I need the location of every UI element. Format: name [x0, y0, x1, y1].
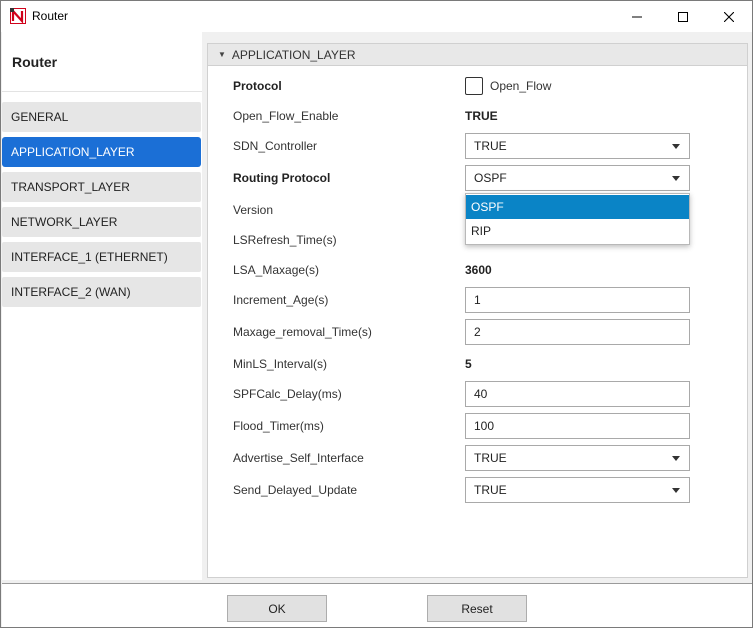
- sidebar-item-general[interactable]: GENERAL: [2, 102, 201, 132]
- ok-button[interactable]: OK: [227, 595, 327, 622]
- send-delayed-update-select[interactable]: TRUE: [465, 477, 690, 503]
- dropdown-option-ospf[interactable]: OSPF: [466, 195, 689, 219]
- maximize-button[interactable]: [660, 1, 706, 32]
- close-icon: [724, 11, 734, 22]
- maxage-removal-time-label: Maxage_removal_Time(s): [233, 325, 372, 339]
- maxage-removal-time-value: 2: [474, 325, 481, 339]
- sdn-controller-value: TRUE: [474, 139, 507, 153]
- open-flow-checkbox-label: Open_Flow: [490, 79, 552, 93]
- sidebar-item-interface-1[interactable]: INTERFACE_1 (ETHERNET): [2, 242, 201, 272]
- open-flow-checkbox[interactable]: [465, 77, 483, 95]
- send-delayed-update-value: TRUE: [474, 483, 507, 497]
- advertise-self-interface-select[interactable]: TRUE: [465, 445, 690, 471]
- sidebar: Router GENERAL APPLICATION_LAYER TRANSPO…: [2, 32, 202, 580]
- property-panel: ▼ APPLICATION_LAYER Protocol Open_Flow O…: [207, 43, 748, 578]
- advertise-self-interface-label: Advertise_Self_Interface: [233, 451, 364, 465]
- sidebar-item-interface-2[interactable]: INTERFACE_2 (WAN): [2, 277, 201, 307]
- routing-protocol-select[interactable]: OSPF: [465, 165, 690, 191]
- sidebar-item-network-layer[interactable]: NETWORK_LAYER: [2, 207, 201, 237]
- advertise-self-interface-value: TRUE: [474, 451, 507, 465]
- minls-interval-value: 5: [465, 357, 472, 371]
- routing-protocol-value: OSPF: [474, 171, 507, 185]
- dropdown-option-rip[interactable]: RIP: [466, 219, 689, 243]
- spfcalc-delay-label: SPFCalc_Delay(ms): [233, 387, 342, 401]
- chevron-down-icon: [672, 176, 680, 181]
- chevron-down-icon: [672, 456, 680, 461]
- increment-age-label: Increment_Age(s): [233, 293, 329, 307]
- lsa-maxage-value: 3600: [465, 263, 492, 277]
- sidebar-item-label: INTERFACE_1 (ETHERNET): [11, 250, 168, 264]
- chevron-down-icon: [672, 144, 680, 149]
- flood-timer-label: Flood_Timer(ms): [233, 419, 324, 433]
- open-flow-enable-label: Open_Flow_Enable: [233, 109, 339, 123]
- sidebar-item-label: TRANSPORT_LAYER: [11, 180, 130, 194]
- section-header[interactable]: ▼ APPLICATION_LAYER: [208, 44, 747, 66]
- maxage-removal-time-input[interactable]: 2: [465, 319, 690, 345]
- collapse-triangle-icon: ▼: [218, 50, 226, 59]
- send-delayed-update-label: Send_Delayed_Update: [233, 483, 358, 497]
- sidebar-item-label: NETWORK_LAYER: [11, 215, 118, 229]
- window-title: Router: [32, 9, 69, 23]
- reset-button[interactable]: Reset: [427, 595, 527, 622]
- minimize-button[interactable]: [614, 1, 660, 32]
- increment-age-input[interactable]: 1: [465, 287, 690, 313]
- router-dialog: Router Router GENERAL APPLICATION_LAYER …: [0, 0, 753, 628]
- spfcalc-delay-input[interactable]: 40: [465, 381, 690, 407]
- app-logo-icon: [10, 8, 26, 24]
- spfcalc-delay-value: 40: [474, 387, 488, 401]
- sidebar-item-application-layer[interactable]: APPLICATION_LAYER: [2, 137, 201, 167]
- version-label: Version: [233, 203, 274, 217]
- increment-age-value: 1: [474, 293, 481, 307]
- minimize-icon: [632, 16, 642, 17]
- flood-timer-value: 100: [474, 419, 495, 433]
- routing-protocol-label: Routing Protocol: [233, 171, 331, 185]
- button-bar: OK Reset: [2, 583, 752, 627]
- sdn-controller-select[interactable]: TRUE: [465, 133, 690, 159]
- title-bar: Router: [1, 1, 752, 32]
- sdn-controller-label: SDN_Controller: [233, 139, 318, 153]
- sidebar-item-label: INTERFACE_2 (WAN): [11, 285, 131, 299]
- open-flow-enable-value: TRUE: [465, 109, 498, 123]
- protocol-label: Protocol: [233, 79, 282, 93]
- sidebar-item-label: APPLICATION_LAYER: [11, 145, 135, 159]
- maximize-icon: [678, 11, 688, 22]
- flood-timer-input[interactable]: 100: [465, 413, 690, 439]
- sidebar-header: Router: [2, 32, 202, 92]
- lsrefresh-time-label: LSRefresh_Time(s): [233, 233, 337, 247]
- sidebar-item-transport-layer[interactable]: TRANSPORT_LAYER: [2, 172, 201, 202]
- sidebar-title: Router: [12, 54, 58, 70]
- routing-protocol-dropdown-list: OSPF RIP: [465, 193, 690, 245]
- chevron-down-icon: [672, 488, 680, 493]
- minls-interval-label: MinLS_Interval(s): [233, 357, 328, 371]
- lsa-maxage-label: LSA_Maxage(s): [233, 263, 320, 277]
- section-title: APPLICATION_LAYER: [231, 47, 356, 62]
- close-button[interactable]: [706, 1, 752, 32]
- sidebar-item-label: GENERAL: [11, 110, 69, 124]
